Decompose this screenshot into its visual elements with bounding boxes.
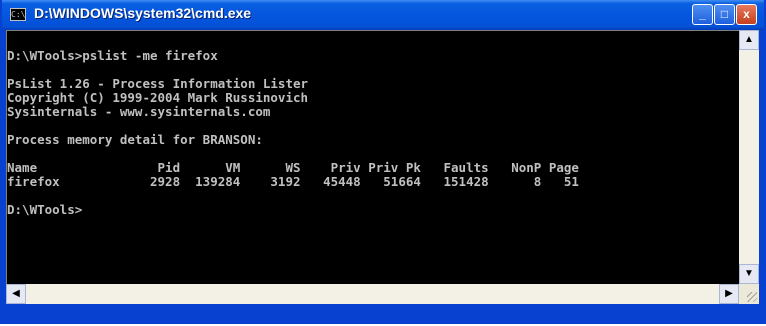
console-line: D:\WTools> [7, 202, 83, 217]
title-bar[interactable]: C:\ D:\WINDOWS\system32\cmd.exe _ □ x [2, 0, 764, 30]
console-line: Copyright (C) 1999-2004 Mark Russinovich [7, 90, 309, 105]
scroll-right-icon[interactable]: ▶ [719, 284, 739, 304]
window-title: D:\WINDOWS\system32\cmd.exe [34, 5, 252, 21]
size-grip[interactable] [739, 284, 759, 304]
console-text: D:\WTools>pslist -me firefox PsList 1.26… [7, 35, 579, 259]
scroll-down-icon[interactable]: ▼ [739, 264, 759, 284]
console-line: firefox 2928 139284 3192 45448 51664 151… [7, 174, 579, 189]
console-line: PsList 1.26 - Process Information Lister [7, 76, 309, 91]
console-window: C:\ D:\WINDOWS\system32\cmd.exe _ □ x D:… [0, 0, 766, 324]
console-line: Sysinternals - www.sysinternals.com [7, 104, 271, 119]
resize-grip-icon[interactable] [747, 292, 757, 302]
horizontal-scrollbar[interactable]: ◀ ▶ [6, 284, 739, 304]
cmd-app-icon[interactable]: C:\ [10, 8, 26, 21]
console-output-area[interactable]: D:\WTools>pslist -me firefox PsList 1.26… [6, 30, 739, 285]
console-line: Process memory detail for BRANSON: [7, 132, 263, 147]
scroll-up-icon[interactable]: ▲ [739, 30, 759, 50]
maximize-button[interactable]: □ [714, 4, 735, 25]
console-line: D:\WTools>pslist -me firefox [7, 48, 218, 63]
vertical-scrollbar[interactable]: ▲ ▼ [739, 30, 759, 284]
close-button[interactable]: x [736, 4, 757, 25]
minimize-button[interactable]: _ [692, 4, 713, 25]
scroll-left-icon[interactable]: ◀ [6, 284, 26, 304]
console-line: Name Pid VM WS Priv Priv Pk Faults NonP … [7, 160, 579, 175]
